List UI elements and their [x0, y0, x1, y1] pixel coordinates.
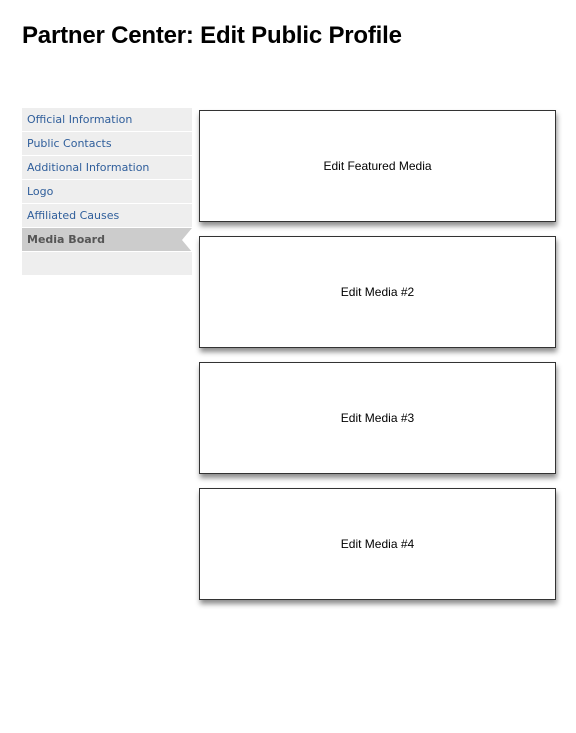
edit-media-3-button[interactable]: Edit Media #3	[199, 362, 556, 474]
edit-media-3-label: Edit Media #3	[340, 411, 415, 425]
sidebar-item-affiliated-causes[interactable]: Affiliated Causes	[22, 204, 192, 228]
sidebar-item-official-information[interactable]: Official Information	[22, 108, 192, 132]
sidebar-filler	[22, 252, 192, 275]
edit-media-4-label: Edit Media #4	[340, 537, 415, 551]
sidebar-item-logo[interactable]: Logo	[22, 180, 192, 204]
edit-media-2-button[interactable]: Edit Media #2	[199, 236, 556, 348]
sidebar-item-media-board[interactable]: Media Board	[22, 228, 192, 252]
edit-media-4-button[interactable]: Edit Media #4	[199, 488, 556, 600]
edit-featured-media-button[interactable]: Edit Featured Media	[199, 110, 556, 222]
page-title: Partner Center: Edit Public Profile	[22, 22, 402, 49]
edit-media-2-label: Edit Media #2	[340, 285, 415, 299]
sidebar-item-additional-information[interactable]: Additional Information	[22, 156, 192, 180]
sidebar-item-public-contacts[interactable]: Public Contacts	[22, 132, 192, 156]
sidebar-nav: Official Information Public Contacts Add…	[22, 108, 192, 275]
edit-featured-media-label: Edit Featured Media	[323, 159, 432, 173]
